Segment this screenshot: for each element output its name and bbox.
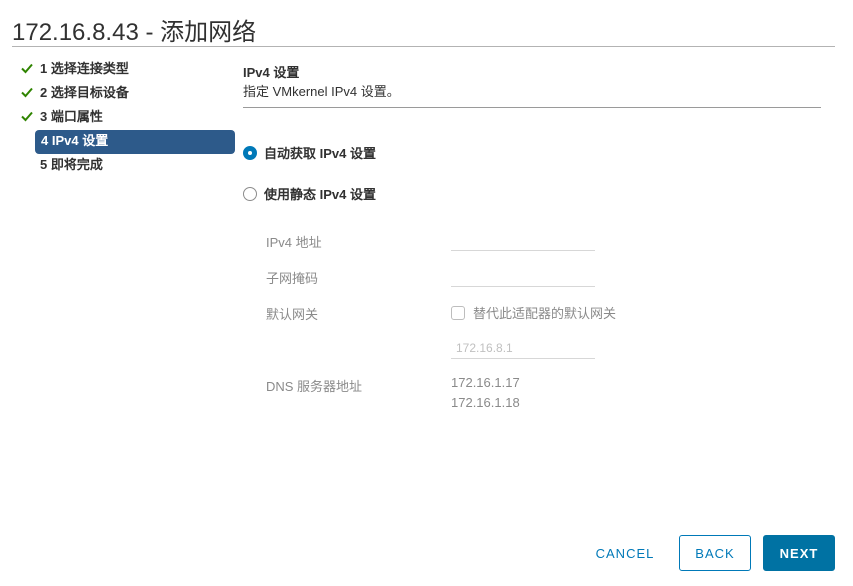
dns-server-1: 172.16.1.17 [451,375,520,390]
step-label: 5 即将完成 [40,157,103,172]
next-button[interactable]: NEXT [763,535,835,571]
checkmark-icon [21,63,33,74]
step-4-active[interactable]: 4 IPv4 设置 [35,130,235,154]
override-gateway-checkbox-row[interactable]: 替代此适配器的默认网关 [451,303,616,322]
step-label: 3 端口属性 [40,109,103,124]
dns-servers-label: DNS 服务器地址 [266,379,363,394]
dns-server-2: 172.16.1.18 [451,395,520,410]
step-5: 5 即将完成 [18,154,228,178]
cancel-button[interactable]: CANCEL [585,535,665,571]
title-divider [12,46,835,47]
step-label: 1 选择连接类型 [40,61,129,76]
static-ipv4-label: 使用静态 IPv4 设置 [264,187,376,202]
checkmark-icon [21,87,33,98]
auto-ipv4-option[interactable]: 自动获取 IPv4 设置 [243,143,376,162]
section-heading: IPv4 设置 [243,65,300,80]
checkmark-icon [21,111,33,122]
add-network-dialog: 172.16.8.43 - 添加网络 1 选择连接类型 2 选择目标设备 3 端… [0,0,853,586]
step-3[interactable]: 3 端口属性 [18,106,228,130]
default-gateway-label: 默认网关 [266,307,319,322]
back-button[interactable]: BACK [679,535,751,571]
auto-ipv4-label: 自动获取 IPv4 设置 [264,146,376,161]
subnet-mask-label: 子网掩码 [266,271,319,286]
subnet-mask-input[interactable] [451,265,595,287]
ipv4-address-label: IPv4 地址 [266,235,322,250]
wizard-steps: 1 选择连接类型 2 选择目标设备 3 端口属性 4 IPv4 设置 5 即将完… [18,58,235,178]
step-1[interactable]: 1 选择连接类型 [18,58,228,82]
content-divider [243,107,821,108]
step-label: 2 选择目标设备 [40,85,129,100]
gateway-input[interactable] [451,337,595,359]
section-description: 指定 VMkernel IPv4 设置。 [243,84,400,99]
static-ipv4-option[interactable]: 使用静态 IPv4 设置 [243,184,376,203]
step-2[interactable]: 2 选择目标设备 [18,82,228,106]
content-header: IPv4 设置 指定 VMkernel IPv4 设置。 [243,64,821,102]
radio-unselected-icon[interactable] [243,186,257,201]
step-label: 4 IPv4 设置 [41,133,109,148]
override-gateway-checkbox[interactable] [451,305,465,320]
radio-selected-icon[interactable] [243,145,257,160]
override-gateway-label: 替代此适配器的默认网关 [473,306,617,321]
dialog-title: 172.16.8.43 - 添加网络 [12,19,257,46]
ipv4-address-input[interactable] [451,229,595,251]
